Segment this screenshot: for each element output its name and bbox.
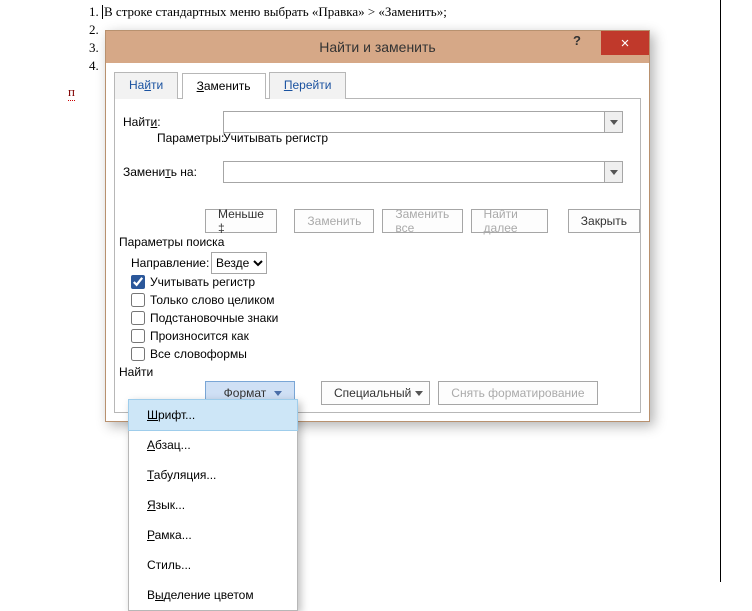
- sounds-like-input[interactable]: [131, 329, 145, 343]
- main-button-row: Меньше ‡ Заменить Заменить все Найти дал…: [205, 209, 640, 233]
- menu-item-style[interactable]: Стиль...: [129, 550, 297, 580]
- whole-word-input[interactable]: [131, 293, 145, 307]
- menu-item-font[interactable]: Шрифт...: [129, 400, 297, 430]
- whole-word-checkbox[interactable]: Только слово целиком: [131, 293, 275, 307]
- checkbox-label: Подстановочные знаки: [150, 311, 278, 325]
- replace-with-label: Заменить на:: [123, 165, 223, 179]
- direction-label: Направление:: [131, 256, 211, 270]
- dialog-panel: Найти: Параметры: Учитывать регистр Заме…: [114, 99, 641, 413]
- options-value: Учитывать регистр: [223, 131, 328, 145]
- checkbox-label: Все словоформы: [150, 347, 247, 361]
- word-forms-input[interactable]: [131, 347, 145, 361]
- find-label: Найти:: [123, 115, 223, 129]
- search-options-title: Параметры поиска: [119, 235, 224, 249]
- tab-replace[interactable]: Заменить: [182, 73, 266, 100]
- find-dropdown-button[interactable]: [604, 112, 622, 132]
- page-right-edge: [720, 0, 752, 582]
- replace-button[interactable]: Заменить: [294, 209, 374, 233]
- menu-item-tabs[interactable]: Табуляция...: [129, 460, 297, 490]
- sounds-like-checkbox[interactable]: Произносится как: [131, 329, 249, 343]
- find-next-button[interactable]: Найти далее: [471, 209, 548, 233]
- close-button[interactable]: ×: [601, 31, 649, 55]
- menu-item-highlight[interactable]: Выделение цветом: [129, 580, 297, 610]
- match-case-checkbox[interactable]: Учитывать регистр: [131, 275, 255, 289]
- less-button[interactable]: Меньше ‡: [205, 209, 277, 233]
- wildcards-checkbox[interactable]: Подстановочные знаки: [131, 311, 278, 325]
- checkbox-label: Только слово целиком: [150, 293, 275, 307]
- find-section-label: Найти: [119, 365, 153, 379]
- chevron-down-icon: [610, 120, 618, 125]
- no-formatting-button[interactable]: Снять форматирование: [438, 381, 597, 405]
- replace-dropdown-button[interactable]: [604, 162, 622, 182]
- find-replace-dialog: Найти и заменить ? × Найти Заменить Пере…: [105, 30, 650, 422]
- dialog-titlebar[interactable]: Найти и заменить ? ×: [106, 31, 649, 63]
- paragraph-mark: п: [68, 84, 75, 101]
- format-menu: Шрифт... Абзац... Табуляция... Язык... Р…: [128, 399, 298, 611]
- find-input[interactable]: [223, 111, 623, 133]
- menu-item-frame[interactable]: Рамка...: [129, 520, 297, 550]
- list-item: В строке стандартных меню выбрать «Правк…: [102, 4, 447, 20]
- chevron-down-icon: [415, 391, 423, 396]
- options-label: Параметры:: [157, 131, 223, 145]
- replace-with-input[interactable]: [223, 161, 623, 183]
- direction-select[interactable]: Везде: [211, 252, 267, 274]
- checkbox-label: Произносится как: [150, 329, 249, 343]
- chevron-down-icon: [610, 170, 618, 175]
- special-button[interactable]: Специальный: [321, 381, 430, 405]
- tab-goto[interactable]: Перейти: [269, 72, 347, 99]
- menu-item-paragraph[interactable]: Абзац...: [129, 430, 297, 460]
- wildcards-input[interactable]: [131, 311, 145, 325]
- tab-find[interactable]: Найти: [114, 72, 178, 99]
- checkbox-label: Учитывать регистр: [150, 275, 255, 289]
- dialog-tabs: Найти Заменить Перейти: [114, 71, 641, 99]
- help-button[interactable]: ?: [557, 31, 597, 55]
- match-case-input[interactable]: [131, 275, 145, 289]
- word-forms-checkbox[interactable]: Все словоформы: [131, 347, 247, 361]
- menu-item-language[interactable]: Язык...: [129, 490, 297, 520]
- close-dialog-button[interactable]: Закрыть: [568, 209, 640, 233]
- chevron-down-icon: [274, 391, 282, 396]
- list-item-text: В строке стандартных меню выбрать «Правк…: [104, 4, 447, 19]
- replace-all-button[interactable]: Заменить все: [382, 209, 462, 233]
